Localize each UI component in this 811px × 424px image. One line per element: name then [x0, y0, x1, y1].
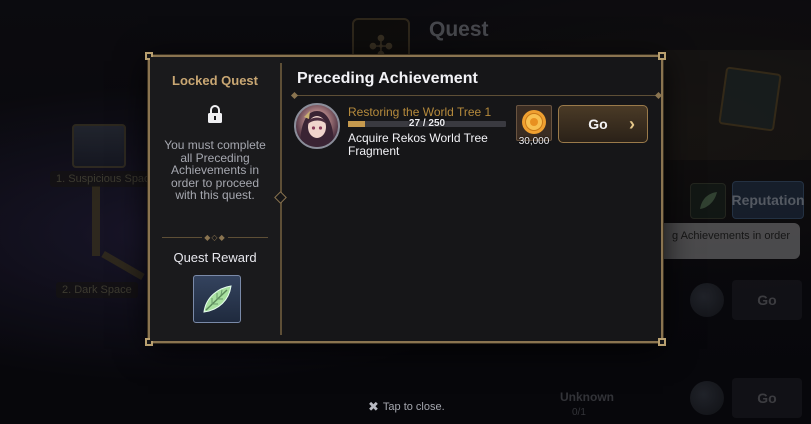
reward-amount: 30,000	[518, 136, 550, 147]
locked-quest-title: Locked Quest	[172, 73, 258, 88]
progress-text: 27 / 250	[408, 118, 446, 129]
achievement-description: Acquire Rekos World Tree Fragment	[348, 131, 488, 158]
locked-quest-dialog: Locked Quest You must complete all Prece…	[145, 52, 666, 346]
title-divider	[294, 95, 658, 96]
preceding-achievement-title: Preceding Achievement	[297, 70, 478, 87]
leaf-icon	[203, 285, 232, 313]
tap-to-close-label: Tap to close.	[382, 401, 445, 413]
go-button-label: Go	[588, 116, 608, 132]
lock-icon	[208, 105, 222, 123]
coin-icon	[522, 110, 546, 134]
go-button[interactable]: Go ›	[558, 105, 648, 143]
character-portrait	[300, 111, 334, 147]
achievement-subtitle: Restoring the World Tree 1	[348, 105, 492, 119]
quest-reward-title: Quest Reward	[173, 250, 257, 265]
quest-reward-item[interactable]	[193, 275, 241, 323]
rule-ornament	[290, 91, 299, 100]
locked-quest-message: You must complete all Preceding Achievem…	[164, 138, 266, 202]
close-icon: ✖	[368, 399, 379, 414]
character-avatar	[294, 103, 340, 149]
ornament-diamond: ◆◇◆	[202, 233, 228, 242]
tap-to-close[interactable]: ✖ Tap to close.	[368, 399, 445, 415]
rule-ornament	[654, 91, 663, 100]
chevron-right-icon: ›	[629, 114, 635, 134]
locked-quest-panel: Locked Quest You must complete all Prece…	[150, 57, 280, 341]
achievement-row: Restoring the World Tree 1 27 / 250 Acqu…	[294, 103, 652, 159]
preceding-achievement-panel: Preceding Achievement Restoring the Worl…	[284, 57, 663, 341]
